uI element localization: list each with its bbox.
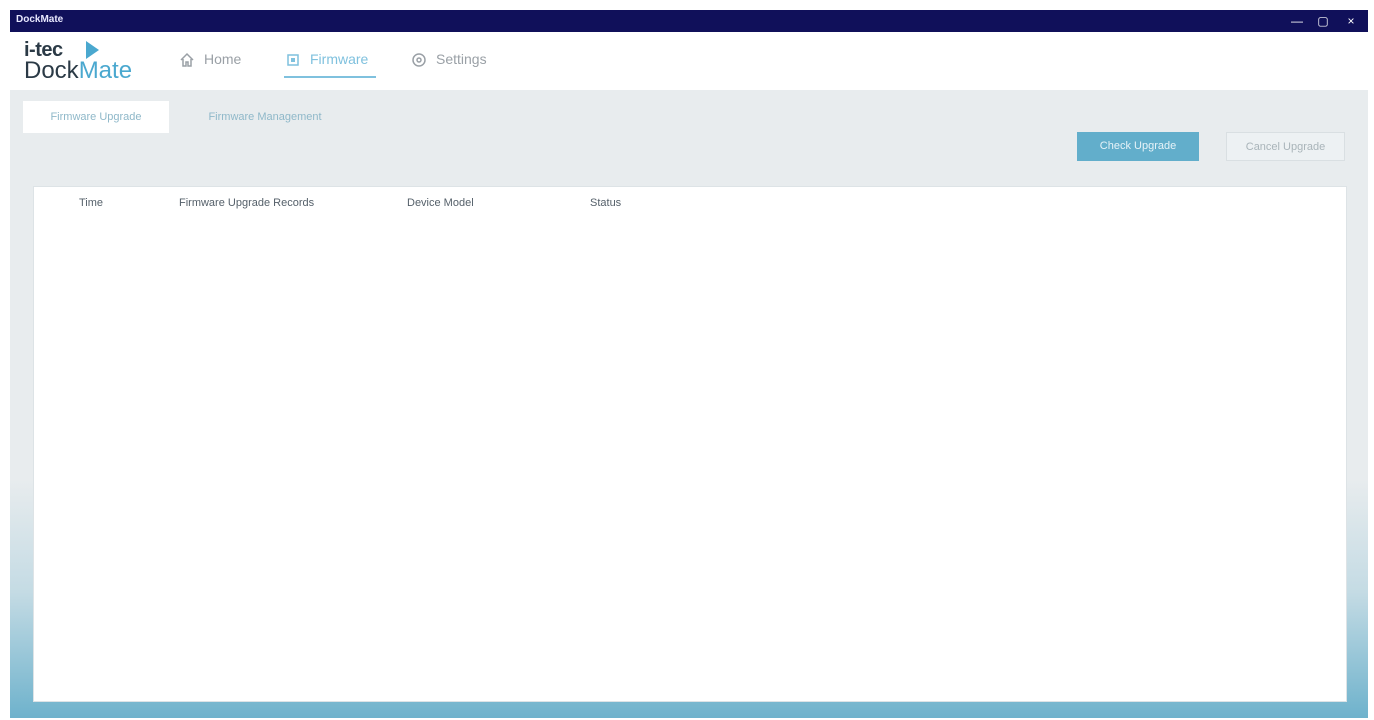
column-header-status: Status [590, 197, 622, 209]
nav-firmware[interactable]: Firmware [284, 48, 376, 78]
app-header: i-tec DockMate Home Firmware Settings [10, 32, 1368, 90]
maximize-button[interactable]: ▢ [1314, 12, 1332, 30]
nav-firmware-label: Firmware [310, 51, 369, 67]
logo-product-prefix: Dock [24, 57, 79, 84]
column-header-records: Firmware Upgrade Records [179, 197, 315, 209]
app-window: DockMate — ▢ × i-tec DockMate Home Firmw… [10, 10, 1368, 718]
logo-product: DockMate [24, 57, 132, 85]
nav-settings[interactable]: Settings [410, 48, 500, 76]
dockmate-logo: i-tec DockMate [24, 39, 164, 85]
title-bar[interactable]: DockMate — ▢ × [10, 10, 1368, 32]
gear-icon [410, 51, 428, 69]
cancel-upgrade-button[interactable]: Cancel Upgrade [1226, 132, 1345, 161]
active-tab-underline [284, 76, 376, 78]
main-content: Firmware Upgrade Firmware Management Che… [10, 90, 1368, 718]
nav-home-label: Home [204, 51, 242, 67]
firmware-icon [284, 51, 302, 69]
subtab-firmware-upgrade[interactable]: Firmware Upgrade [23, 101, 169, 133]
logo-product-suffix: Mate [78, 57, 133, 84]
subtab-firmware-management[interactable]: Firmware Management [192, 101, 338, 133]
minimize-button[interactable]: — [1288, 12, 1306, 30]
nav-settings-label: Settings [436, 51, 487, 67]
window-title: DockMate [16, 14, 64, 25]
column-header-device-model: Device Model [407, 197, 474, 209]
nav-home[interactable]: Home [178, 48, 258, 76]
close-button[interactable]: × [1342, 12, 1360, 30]
column-header-time: Time [79, 197, 104, 209]
records-table: Time Firmware Upgrade Records Device Mod… [33, 186, 1347, 702]
home-icon [178, 51, 196, 69]
check-upgrade-button[interactable]: Check Upgrade [1077, 132, 1199, 161]
